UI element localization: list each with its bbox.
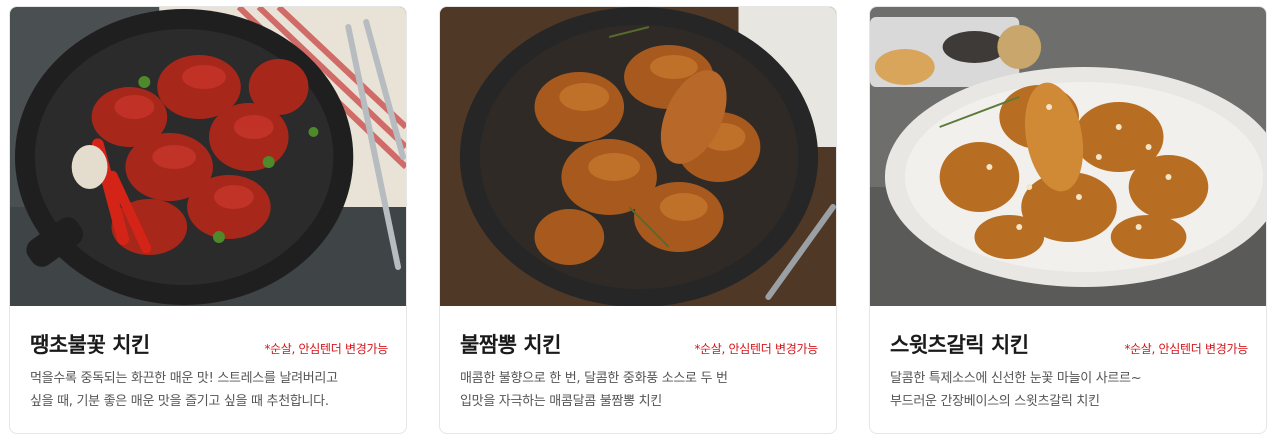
- chicken-photo-ttaengcho: [10, 7, 406, 306]
- menu-title: 땡초불꽃 치킨: [30, 333, 150, 357]
- chicken-photo-buljjamppong: [440, 7, 836, 306]
- option-note: *순살, 안심텐더 변경가능: [694, 342, 818, 356]
- menu-description: 매콤한 불향으로 한 번, 달콤한 중화풍 소스로 두 번 입맛을 자극하는 매…: [460, 371, 728, 409]
- menu-description: 달콤한 특제소스에 신선한 눈꽃 마늘이 사르르~ 부드러운 간장베이스의 스윗…: [890, 371, 1142, 409]
- menu-card-sweetgarlic[interactable]: 스윗츠갈릭 치킨 *순살, 안심텐더 변경가능 달콤한 특제소스에 신선한 눈꽃…: [869, 6, 1267, 434]
- menu-card-grid: 땡초불꽃 치킨 *순살, 안심텐더 변경가능 먹을수록 중독되는 화끈한 매운 …: [0, 0, 1273, 442]
- menu-title: 불짬뽕 치킨: [460, 333, 561, 357]
- menu-card-buljjamppong[interactable]: 불짬뽕 치킨 *순살, 안심텐더 변경가능 매콤한 불향으로 한 번, 달콤한 …: [439, 6, 837, 434]
- option-note: *순살, 안심텐더 변경가능: [264, 342, 388, 356]
- option-note: *순살, 안심텐더 변경가능: [1124, 342, 1248, 356]
- menu-description: 먹을수록 중독되는 화끈한 매운 맛! 스트레스를 날려버리고 싶을 때, 기분…: [30, 371, 338, 409]
- chicken-photo-sweetgarlic: [870, 7, 1266, 306]
- menu-card-ttaengcho[interactable]: 땡초불꽃 치킨 *순살, 안심텐더 변경가능 먹을수록 중독되는 화끈한 매운 …: [9, 6, 407, 434]
- menu-title: 스윗츠갈릭 치킨: [890, 333, 1029, 357]
